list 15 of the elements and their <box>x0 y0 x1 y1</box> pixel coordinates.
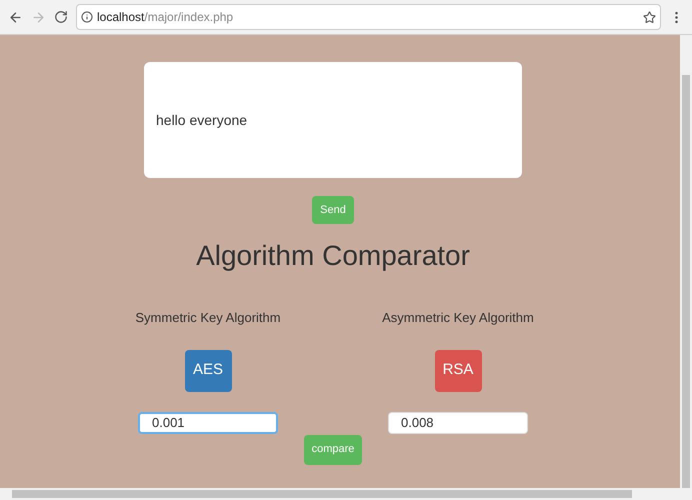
reload-icon[interactable] <box>54 10 68 24</box>
url-text: localhost/major/index.php <box>97 9 234 26</box>
address-bar[interactable]: localhost/major/index.php <box>76 4 661 30</box>
bookmark-star-icon[interactable] <box>643 10 656 24</box>
result-field[interactable]: 0.008 <box>388 412 528 434</box>
result-field[interactable]: 0.001 <box>138 412 278 434</box>
page-title: Algorithm Comparator <box>196 242 470 270</box>
algorithm-label: Asymmetric Key Algorithm <box>382 309 534 327</box>
message-box[interactable]: hello everyone <box>144 62 522 178</box>
algorithm-button[interactable]: RSA <box>434 350 482 392</box>
message-text: hello everyone <box>156 110 248 130</box>
algorithm-label: Symmetric Key Algorithm <box>135 309 281 327</box>
back-icon[interactable] <box>8 10 23 24</box>
algorithm-button[interactable]: AES <box>184 350 232 392</box>
info-icon[interactable] <box>81 11 93 23</box>
